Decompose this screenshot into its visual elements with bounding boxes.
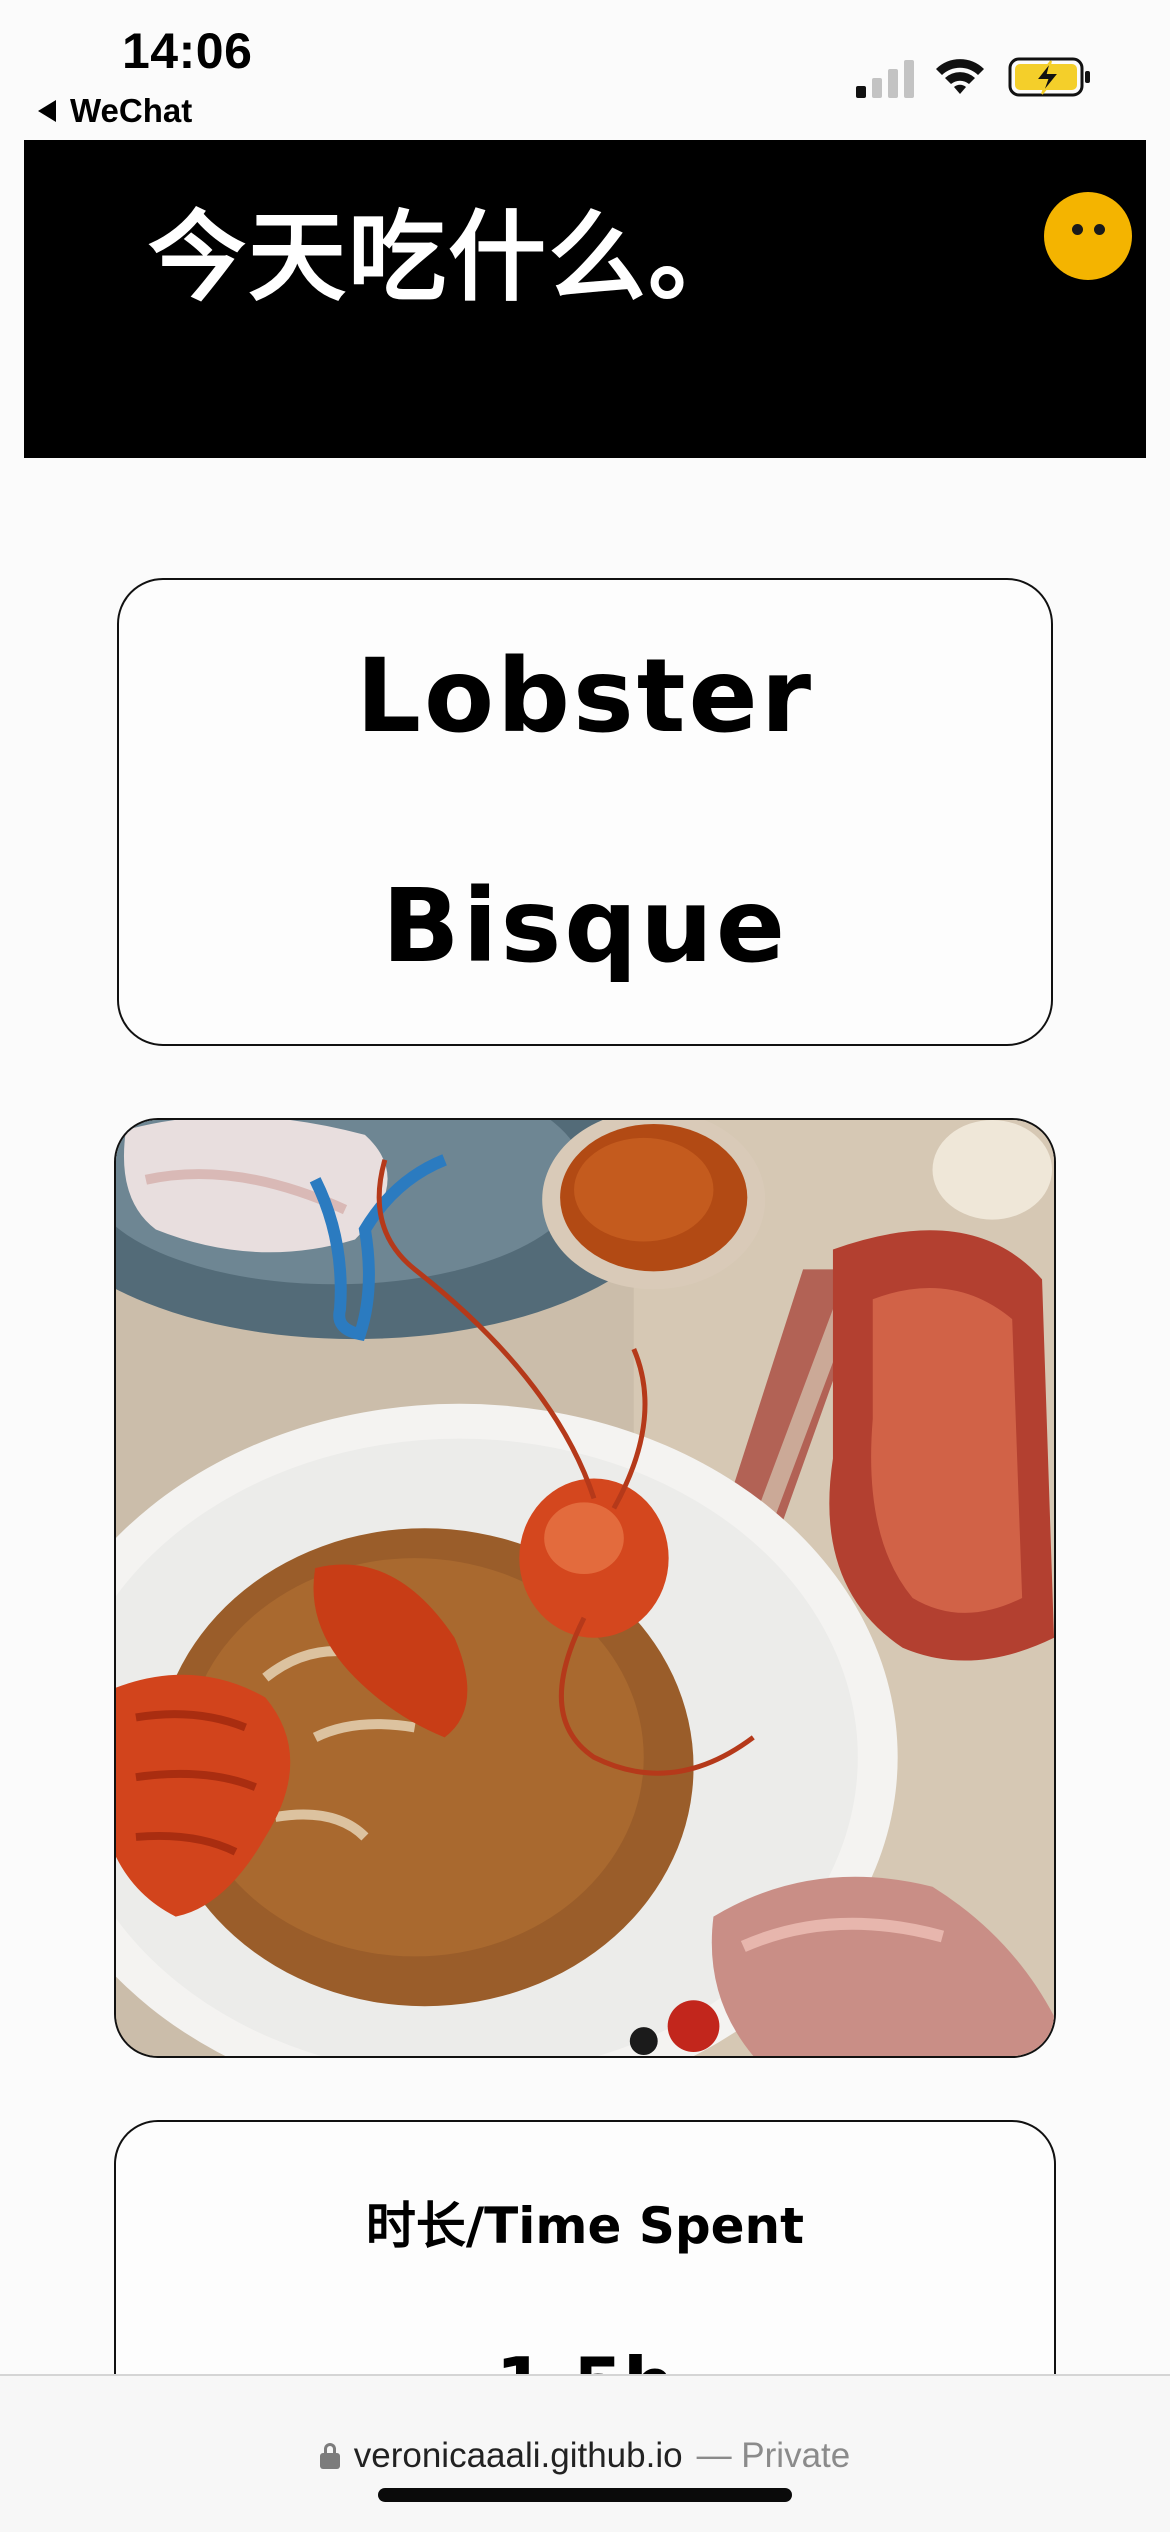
url-host: veronicaaali.github.io bbox=[353, 2436, 683, 2475]
time-spent-label: 时长/Time Spent bbox=[365, 2197, 805, 2255]
url-privacy-label: — Private bbox=[696, 2436, 851, 2475]
avatar-face-icon[interactable] bbox=[1044, 192, 1132, 280]
lobster-bisque-photo bbox=[116, 1120, 1054, 2056]
dish-title-card: Lobster Bisque bbox=[117, 578, 1053, 1046]
dish-title-line-2: Bisque bbox=[381, 867, 789, 986]
battery-charging-icon bbox=[1008, 57, 1090, 97]
back-to-wechat-button[interactable]: WeChat bbox=[38, 92, 192, 130]
dish-title-line-1: Lobster bbox=[355, 637, 815, 756]
url-row[interactable]: veronicaaali.github.io — Private bbox=[0, 2436, 1170, 2476]
back-triangle-icon bbox=[38, 100, 56, 122]
cellular-signal-icon bbox=[856, 60, 914, 98]
avatar-left-eye bbox=[1072, 224, 1083, 235]
browser-address-bar[interactable]: veronicaaali.github.io — Private bbox=[0, 2374, 1170, 2532]
dish-photo bbox=[114, 1118, 1056, 2058]
wifi-icon bbox=[936, 59, 984, 94]
site-title: 今天吃什么。 bbox=[148, 201, 749, 315]
status-time: 14:06 bbox=[122, 23, 253, 79]
home-indicator[interactable] bbox=[378, 2488, 792, 2502]
site-header: 今天吃什么。 bbox=[24, 140, 1146, 458]
avatar-right-eye bbox=[1094, 224, 1105, 235]
back-app-label: WeChat bbox=[70, 92, 193, 129]
page: 14:06 WeChat 今天吃什么。 Lobster Bisque 时长/Ti… bbox=[0, 0, 1170, 2532]
lock-icon bbox=[319, 2443, 340, 2469]
